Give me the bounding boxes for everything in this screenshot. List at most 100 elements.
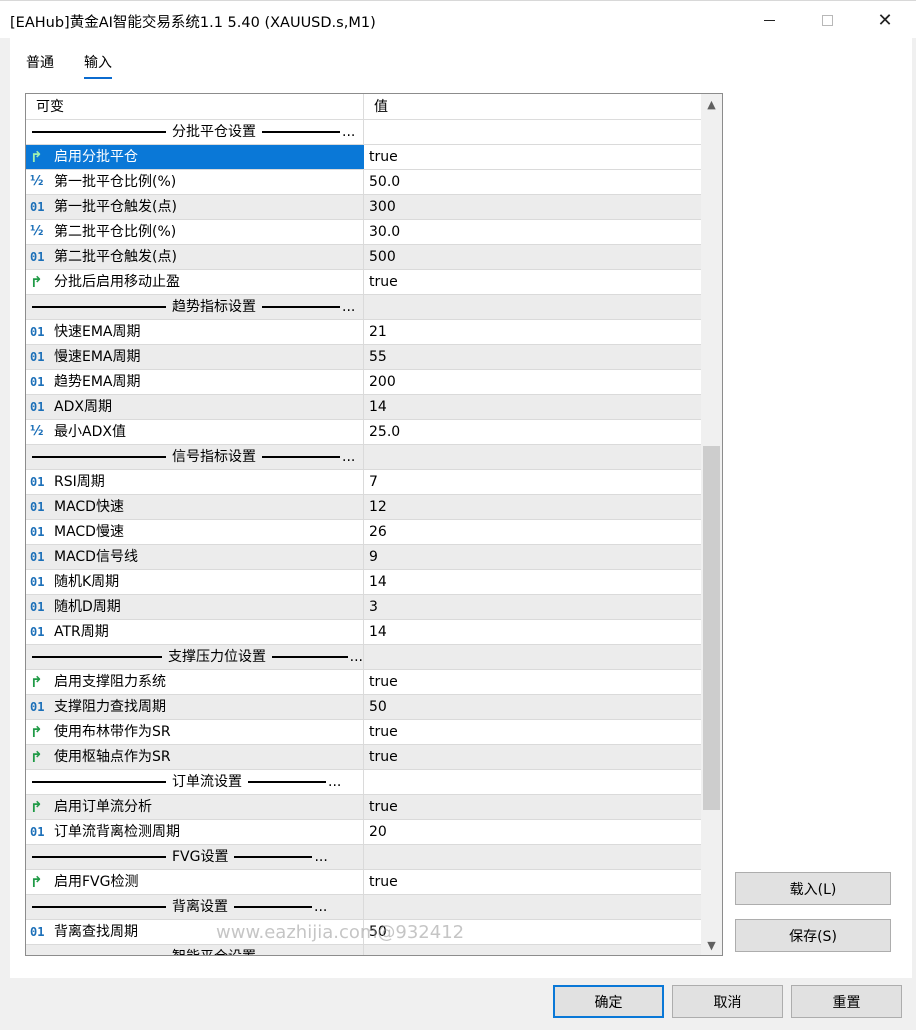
title-bar: [EAHub]黄金AI智能交易系统1.1 5.40 (XAUUSD.s,M1) …	[0, 0, 916, 38]
cancel-button[interactable]: 取消	[672, 985, 783, 1018]
input-value[interactable]: 55	[363, 345, 701, 369]
section-divider	[248, 781, 326, 783]
scroll-up-arrow-icon[interactable]: ▲	[701, 94, 722, 114]
input-name: 第二批平仓触发(点)	[54, 249, 177, 265]
input-row[interactable]: 第一批平仓比例(%) ½ 50.0	[26, 170, 701, 195]
input-row[interactable]: 第二批平仓比例(%) ½ 30.0	[26, 220, 701, 245]
column-header-variable[interactable]: 可变	[26, 94, 363, 120]
input-value[interactable]: true	[363, 720, 701, 744]
input-row[interactable]: 启用FVG检测 ↱ true	[26, 870, 701, 895]
int-type-icon: 01	[30, 825, 45, 839]
bool-type-icon: ↱	[30, 148, 43, 166]
input-row[interactable]: 随机D周期 01 3	[26, 595, 701, 620]
input-row[interactable]: ATR周期 01 14	[26, 620, 701, 645]
reset-button[interactable]: 重置	[791, 985, 902, 1018]
input-name: 使用枢轴点作为SR	[54, 749, 171, 765]
int-type-icon: 01	[30, 525, 45, 539]
input-value[interactable]: 20	[363, 820, 701, 844]
input-value[interactable]: 21	[363, 320, 701, 344]
section-title: 支撑压力位设置...	[26, 645, 363, 669]
input-row[interactable]: RSI周期 01 7	[26, 470, 701, 495]
input-value[interactable]: true	[363, 870, 701, 894]
input-value[interactable]: 3	[363, 595, 701, 619]
section-divider	[262, 131, 340, 133]
input-row[interactable]: 启用分批平仓 ↱ true	[26, 145, 701, 170]
save-button[interactable]: 保存(S)	[735, 919, 891, 952]
minimize-button[interactable]	[746, 1, 792, 39]
input-value[interactable]: 500	[363, 245, 701, 269]
input-value[interactable]: 25.0	[363, 420, 701, 444]
input-row[interactable]: 快速EMA周期 01 21	[26, 320, 701, 345]
section-value-cell	[363, 845, 701, 869]
input-value[interactable]: 26	[363, 520, 701, 544]
section-ellipsis: ...	[314, 899, 328, 915]
load-button[interactable]: 载入(L)	[735, 872, 891, 905]
input-value[interactable]: 14	[363, 570, 701, 594]
int-type-icon: 01	[30, 400, 45, 414]
minimize-icon	[763, 19, 775, 21]
input-value[interactable]: 50	[363, 695, 701, 719]
scroll-thumb[interactable]	[703, 446, 720, 810]
watermark: www.eazhijia.com@932412	[216, 922, 465, 943]
input-name: 随机D周期	[54, 599, 121, 615]
section-title: 趋势指标设置...	[26, 295, 363, 319]
input-row[interactable]: 使用枢轴点作为SR ↱ true	[26, 745, 701, 770]
section-title: 订单流设置...	[26, 770, 363, 794]
input-value[interactable]: true	[363, 745, 701, 769]
scroll-down-arrow-icon[interactable]: ▼	[701, 935, 722, 955]
input-value[interactable]: 300	[363, 195, 701, 219]
section-title: 智能平仓设置...	[26, 945, 363, 955]
section-divider	[234, 906, 312, 908]
int-type-icon: 01	[30, 325, 45, 339]
input-row[interactable]: MACD信号线 01 9	[26, 545, 701, 570]
input-value[interactable]: 7	[363, 470, 701, 494]
input-value[interactable]: 200	[363, 370, 701, 394]
input-value[interactable]: true	[363, 795, 701, 819]
input-row[interactable]: 趋势EMA周期 01 200	[26, 370, 701, 395]
input-value[interactable]: 14	[363, 620, 701, 644]
input-name: 最小ADX值	[54, 424, 126, 440]
input-row[interactable]: 分批后启用移动止盈 ↱ true	[26, 270, 701, 295]
input-value[interactable]: 9	[363, 545, 701, 569]
input-name: ADX周期	[54, 399, 112, 415]
input-row[interactable]: 启用订单流分析 ↱ true	[26, 795, 701, 820]
input-row[interactable]: 使用布林带作为SR ↱ true	[26, 720, 701, 745]
vertical-scrollbar[interactable]: ▲ ▼	[701, 94, 722, 955]
bool-type-icon: ↱	[30, 273, 43, 291]
input-value[interactable]: true	[363, 145, 701, 169]
input-value[interactable]: 14	[363, 395, 701, 419]
close-button[interactable]: ✕	[862, 1, 908, 39]
input-value[interactable]: 30.0	[363, 220, 701, 244]
section-ellipsis: ...	[342, 299, 356, 315]
section-ellipsis: ...	[328, 774, 342, 790]
column-header-value[interactable]: 值	[363, 94, 701, 120]
tab-inputs[interactable]: 输入	[84, 52, 112, 79]
input-row[interactable]: 订单流背离检测周期 01 20	[26, 820, 701, 845]
tab-common[interactable]: 普通	[26, 52, 54, 77]
bool-type-icon: ↱	[30, 748, 43, 766]
input-row[interactable]: MACD慢速 01 26	[26, 520, 701, 545]
ok-button[interactable]: 确定	[553, 985, 664, 1018]
input-row[interactable]: 支撑阻力查找周期 01 50	[26, 695, 701, 720]
maximize-button[interactable]	[804, 1, 850, 39]
input-name: 第一批平仓比例(%)	[54, 174, 177, 190]
section-ellipsis: ...	[342, 124, 356, 140]
input-row[interactable]: 第一批平仓触发(点) 01 300	[26, 195, 701, 220]
input-value[interactable]: true	[363, 670, 701, 694]
input-row[interactable]: 最小ADX值 ½ 25.0	[26, 420, 701, 445]
section-label: 智能平仓设置	[172, 945, 256, 955]
input-name: 随机K周期	[54, 574, 120, 590]
double-type-icon: ½	[30, 224, 44, 239]
input-value[interactable]: true	[363, 270, 701, 294]
input-row[interactable]: 慢速EMA周期 01 55	[26, 345, 701, 370]
input-value[interactable]: 50.0	[363, 170, 701, 194]
input-value[interactable]: 12	[363, 495, 701, 519]
input-row[interactable]: ADX周期 01 14	[26, 395, 701, 420]
input-row[interactable]: MACD快速 01 12	[26, 495, 701, 520]
input-row[interactable]: 启用支撑阻力系统 ↱ true	[26, 670, 701, 695]
section-label: 分批平仓设置	[172, 124, 256, 140]
input-row[interactable]: 第二批平仓触发(点) 01 500	[26, 245, 701, 270]
int-type-icon: 01	[30, 375, 45, 389]
input-row[interactable]: 随机K周期 01 14	[26, 570, 701, 595]
int-type-icon: 01	[30, 475, 45, 489]
